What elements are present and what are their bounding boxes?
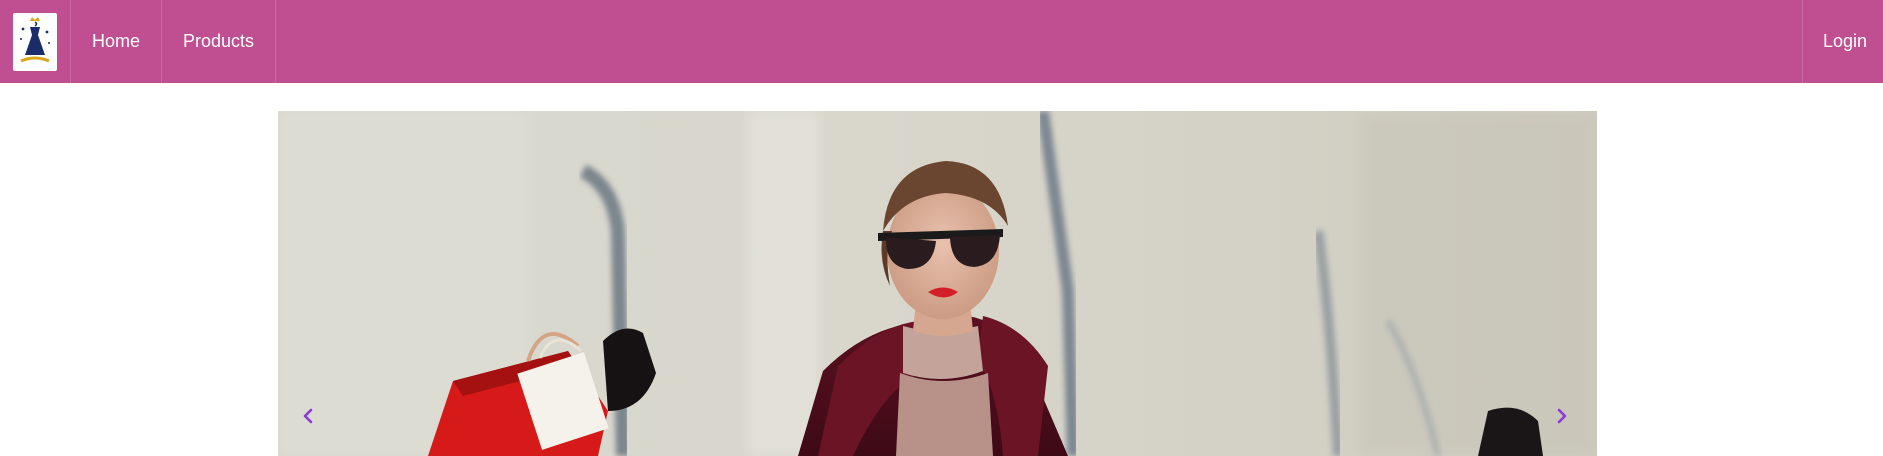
chevron-right-icon: [1557, 408, 1567, 424]
carousel-next-button[interactable]: [1547, 401, 1577, 431]
nav-link-products[interactable]: Products: [162, 0, 277, 83]
navbar-right-group: Login: [1801, 0, 1883, 83]
nav-link-login[interactable]: Login: [1801, 0, 1883, 83]
carousel-prev-button[interactable]: [293, 401, 323, 431]
hero-carousel: [278, 111, 1597, 456]
top-navbar: Home Products Login: [0, 0, 1883, 83]
brand-logo-link[interactable]: [0, 0, 71, 83]
navbar-left-group: Home Products: [0, 0, 277, 83]
chevron-left-icon: [303, 408, 313, 424]
dress-logo-icon: [13, 12, 57, 71]
nav-link-home[interactable]: Home: [71, 0, 163, 83]
woman-with-shopping-bags-photo: [278, 111, 1597, 456]
